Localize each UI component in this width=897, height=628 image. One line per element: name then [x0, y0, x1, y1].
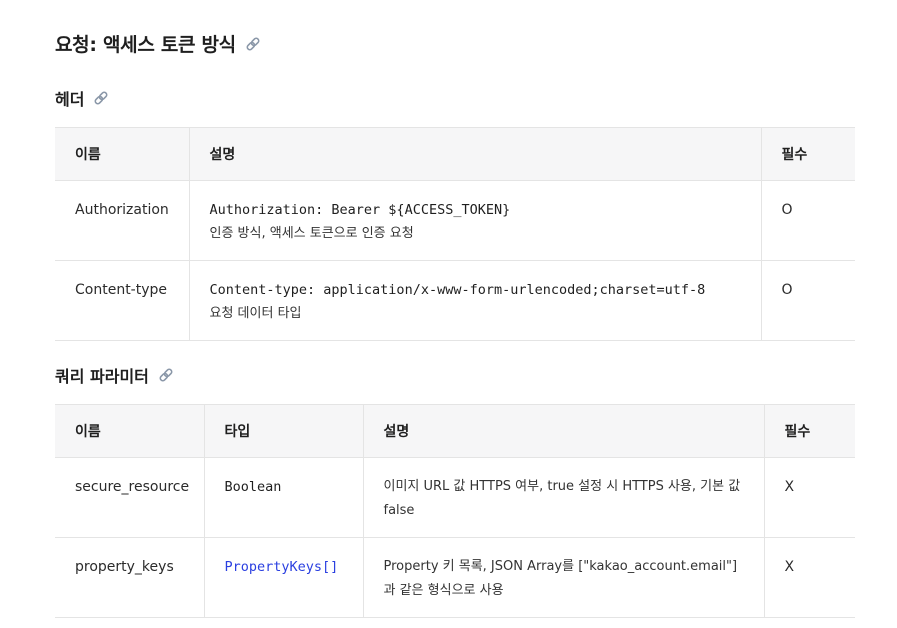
column-header-name: 이름 — [55, 404, 204, 458]
header-required-cell: O — [760, 180, 855, 261]
query-params-table: 이름 타입 설명 필수 secure_resource Boolean 이미지 … — [55, 404, 855, 618]
param-description-cell: 이미지 URL 값 HTTPS 여부, true 설정 시 HTTPS 사용, … — [362, 457, 764, 538]
param-type-cell: Boolean — [203, 457, 363, 538]
header-name-cell: Content-type — [55, 260, 189, 341]
column-header-description: 설명 — [188, 127, 761, 181]
header-code: Authorization: Bearer ${ACCESS_TOKEN} — [209, 202, 511, 218]
param-type-cell: PropertyKeys[] — [203, 537, 363, 618]
query-params-title: 쿼리 파라미터 — [55, 363, 175, 387]
header-description: 인증 방식, 액세스 토큰으로 인증 요청 — [209, 226, 414, 241]
column-header-type: 타입 — [203, 404, 363, 458]
table-row: Content-type Content-type: application/x… — [55, 260, 855, 341]
table-row: property_keys PropertyKeys[] Property 키 … — [55, 537, 855, 618]
headers-title: 헤더 — [55, 86, 110, 110]
property-keys-type-link[interactable]: PropertyKeys[] — [225, 559, 339, 575]
table-row: secure_resource Boolean 이미지 URL 값 HTTPS … — [55, 457, 855, 538]
query-params-title-text: 쿼리 파라미터 — [55, 367, 149, 386]
request-title: 요청: 액세스 토큰 방식 — [55, 30, 262, 57]
param-name-cell: property_keys — [55, 537, 204, 618]
table-header-row: 이름 타입 설명 필수 — [55, 404, 855, 458]
table-header-row: 이름 설명 필수 — [55, 127, 855, 181]
param-required-cell: X — [763, 537, 855, 618]
header-description-cell: Content-type: application/x-www-form-url… — [188, 260, 761, 341]
request-title-text: 요청: 액세스 토큰 방식 — [55, 34, 236, 56]
column-header-description: 설명 — [362, 404, 764, 458]
link-icon[interactable] — [92, 89, 110, 107]
param-name-cell: secure_resource — [55, 457, 204, 538]
header-code: Content-type: application/x-www-form-url… — [209, 282, 706, 298]
headers-title-text: 헤더 — [55, 90, 85, 109]
param-required-cell: X — [763, 457, 855, 538]
table-row: Authorization Authorization: Bearer ${AC… — [55, 180, 855, 261]
header-description-cell: Authorization: Bearer ${ACCESS_TOKEN} 인증… — [188, 180, 761, 261]
param-description-cell: Property 키 목록, JSON Array를 ["kakao_accou… — [362, 537, 764, 618]
headers-table: 이름 설명 필수 Authorization Authorization: Be… — [55, 127, 855, 341]
param-type: Boolean — [224, 479, 282, 495]
column-header-required: 필수 — [763, 404, 855, 458]
column-header-required: 필수 — [760, 127, 855, 181]
link-icon[interactable] — [244, 35, 262, 53]
column-header-name: 이름 — [55, 127, 189, 181]
link-icon[interactable] — [157, 366, 175, 384]
header-name-cell: Authorization — [55, 180, 189, 261]
header-description: 요청 데이터 타입 — [209, 306, 302, 321]
header-required-cell: O — [760, 260, 855, 341]
